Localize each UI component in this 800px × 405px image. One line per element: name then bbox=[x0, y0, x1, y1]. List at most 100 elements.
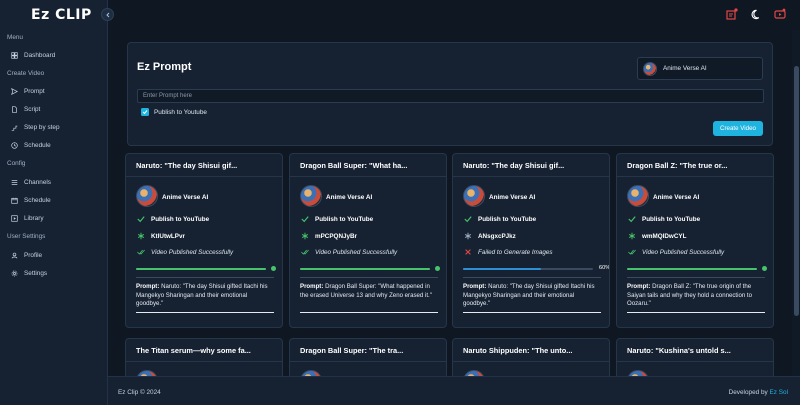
progress-complete-dot bbox=[435, 266, 440, 271]
sidebar-item-dashboard[interactable]: Dashboard bbox=[11, 49, 55, 61]
video-id: ANsgxcPJkz bbox=[464, 232, 516, 240]
video-status: Video Published Successfully bbox=[137, 248, 233, 256]
scrollbar[interactable] bbox=[792, 30, 800, 376]
sidebar-section-config: Config bbox=[7, 160, 26, 167]
footer-copyright: Ez Clip © 2024 bbox=[118, 389, 161, 396]
asterisk-icon bbox=[301, 232, 309, 240]
video-title: Naruto: "The day Shisui gif... bbox=[136, 161, 238, 170]
double-check-icon bbox=[137, 249, 145, 255]
video-title: Dragon Ball Super: "The tra... bbox=[300, 346, 404, 355]
notification-icon bbox=[726, 8, 738, 20]
divider bbox=[290, 361, 446, 362]
video-status: Failed to Generate Images bbox=[464, 248, 553, 256]
publish-status: Publish to YouTube bbox=[137, 215, 209, 223]
sidebar-item-schedule[interactable]: Schedule bbox=[11, 139, 51, 151]
video-status: Video Published Successfully bbox=[301, 248, 397, 256]
video-card[interactable]: Dragon Ball Z: "The true or... Anime Vers… bbox=[616, 153, 774, 328]
double-check-icon bbox=[301, 249, 309, 255]
sidebar-collapse-button[interactable] bbox=[101, 8, 114, 21]
asterisk-icon bbox=[137, 232, 145, 240]
progress-bar bbox=[300, 268, 430, 270]
video-card[interactable]: Naruto: "The day Shisui gif... Anime Vers… bbox=[452, 153, 610, 328]
progress-fill bbox=[136, 268, 266, 270]
file-icon bbox=[12, 105, 17, 113]
video-status-text: Video Published Successfully bbox=[151, 248, 234, 256]
steps-icon bbox=[11, 125, 18, 131]
divider bbox=[300, 312, 438, 313]
prompt-input[interactable]: Enter Prompt here bbox=[137, 89, 764, 103]
developer-link[interactable]: Ez Sol bbox=[770, 389, 788, 396]
divider bbox=[126, 361, 282, 362]
gear-icon bbox=[11, 270, 18, 276]
channel-select[interactable]: Anime Verse AI bbox=[637, 57, 763, 80]
divider bbox=[463, 312, 601, 313]
publish-label: Publish to YouTube bbox=[315, 215, 374, 223]
channel-avatar bbox=[300, 185, 322, 207]
video-status-text: Video Published Successfully bbox=[315, 248, 398, 256]
divider bbox=[463, 277, 601, 278]
channel-select-value: Anime Verse AI bbox=[663, 65, 707, 72]
sidebar-item-label: Step by step bbox=[24, 123, 60, 131]
clock-icon bbox=[11, 141, 18, 149]
sidebar-item-prompt[interactable]: Prompt bbox=[11, 85, 45, 97]
sidebar-item-label: Dashboard bbox=[24, 51, 56, 59]
chevron-left-icon bbox=[105, 12, 109, 17]
channel-name: Anime Verse AI bbox=[489, 194, 536, 201]
sidebar-section-menu: Menu bbox=[7, 34, 23, 41]
close-icon bbox=[465, 249, 471, 255]
video-card[interactable]: Dragon Ball Super: "What ha... Anime Vers… bbox=[289, 153, 447, 328]
video-prompt: Prompt: Dragon Ball Super: "What happene… bbox=[300, 283, 440, 300]
progress-fill bbox=[300, 268, 430, 270]
publish-status: Publish to YouTube bbox=[301, 215, 373, 223]
sidebar-item-settings[interactable]: Settings bbox=[11, 267, 47, 279]
sidebar-item-profile[interactable]: Profile bbox=[11, 249, 42, 261]
divider bbox=[136, 277, 274, 278]
publish-label: Publish to YouTube bbox=[642, 215, 701, 223]
video-card[interactable]: Naruto: "The day Shisui gif... Anime Vers… bbox=[125, 153, 283, 328]
youtube-button[interactable] bbox=[774, 8, 786, 20]
video-title: Dragon Ball Z: "The true or... bbox=[627, 161, 728, 170]
sidebar-item-schedule-config[interactable]: Schedule bbox=[11, 194, 51, 206]
video-title: The Titan serum—why some fa... bbox=[136, 346, 251, 355]
divider bbox=[627, 277, 765, 278]
divider bbox=[453, 176, 609, 177]
sidebar-item-channels[interactable]: Channels bbox=[11, 176, 51, 188]
sidebar-item-step-by-step[interactable]: Step by step bbox=[11, 121, 60, 133]
progress-complete-dot bbox=[762, 266, 767, 271]
publish-label: Publish to Youtube bbox=[154, 108, 207, 116]
sidebar-item-script[interactable]: Script bbox=[11, 103, 40, 115]
progress-bar bbox=[627, 268, 757, 270]
send-icon bbox=[11, 87, 18, 95]
video-id-value: wmMQIDwCYL bbox=[642, 232, 687, 240]
dashboard-icon bbox=[11, 51, 18, 59]
divider bbox=[290, 176, 446, 177]
video-id: KtlUtwLPvr bbox=[137, 232, 185, 240]
video-id: mPCPQNJyBr bbox=[301, 232, 357, 240]
scrollbar-thumb[interactable] bbox=[794, 66, 799, 316]
check-icon bbox=[301, 216, 309, 223]
list-icon bbox=[11, 179, 18, 185]
publish-to-youtube-checkbox[interactable]: Publish to Youtube bbox=[141, 108, 207, 116]
checkbox[interactable] bbox=[141, 108, 149, 116]
video-id-value: ANsgxcPJkz bbox=[478, 232, 516, 240]
publish-label: Publish to YouTube bbox=[151, 215, 210, 223]
video-status-text: Video Published Successfully bbox=[642, 248, 725, 256]
channel-avatar bbox=[627, 185, 649, 207]
check-icon bbox=[137, 216, 145, 223]
channel-avatar bbox=[136, 185, 158, 207]
moon-icon bbox=[751, 9, 759, 19]
youtube-icon bbox=[774, 8, 786, 19]
video-id-value: KtlUtwLPvr bbox=[151, 232, 185, 240]
notification-button[interactable] bbox=[726, 8, 738, 20]
app-logo[interactable]: Ez CLIP bbox=[31, 7, 92, 23]
progress-fill bbox=[627, 268, 757, 270]
sidebar-item-label: Profile bbox=[24, 251, 43, 259]
sidebar-section-create-video: Create Video bbox=[7, 70, 45, 77]
sidebar-item-library[interactable]: Library bbox=[11, 212, 44, 224]
user-icon bbox=[11, 252, 18, 258]
channel-avatar bbox=[463, 185, 485, 207]
theme-toggle-button[interactable] bbox=[750, 8, 762, 20]
footer-credit: Developed by Ez Sol bbox=[729, 389, 788, 396]
create-video-button[interactable]: Create Video bbox=[713, 121, 763, 136]
progress-complete-dot bbox=[271, 266, 276, 271]
